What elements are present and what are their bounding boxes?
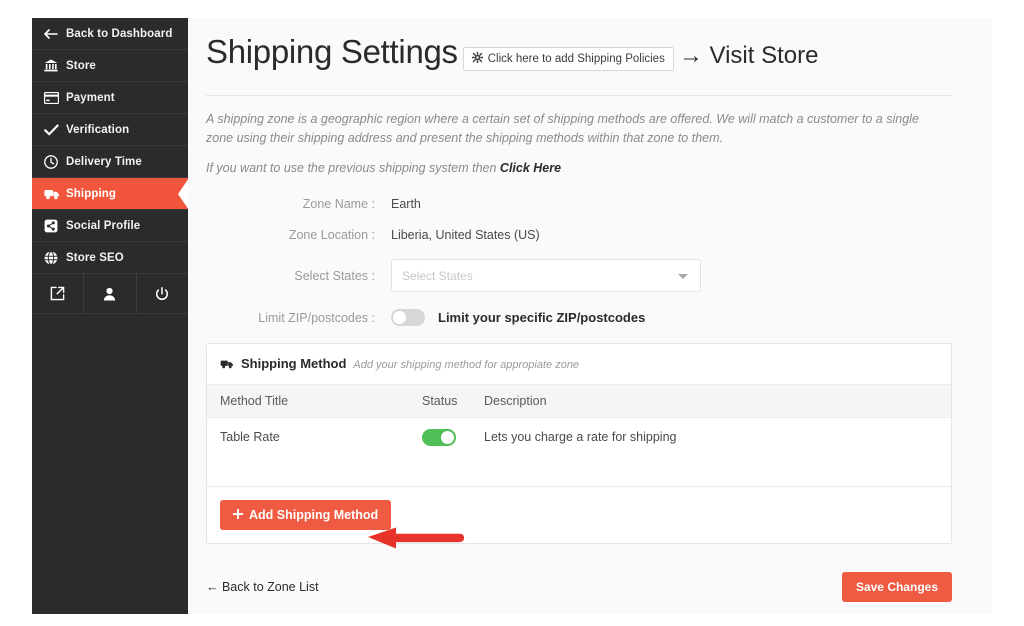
truck-icon — [220, 356, 234, 374]
method-title-cell: Table Rate — [220, 430, 280, 444]
sidebar-item-label: Store SEO — [66, 251, 124, 264]
sidebar-item-label: Payment — [66, 91, 115, 104]
shipping-method-subtitle: Add your shipping method for appropiate … — [353, 359, 580, 371]
page-header: Shipping Settings Click here to add Shipp… — [206, 18, 974, 81]
toggle-knob — [393, 311, 406, 324]
click-here-link[interactable]: Click Here — [500, 161, 561, 175]
add-shipping-method-button[interactable]: Add Shipping Method — [220, 500, 392, 530]
sidebar-item-store-seo[interactable]: Store SEO — [32, 242, 188, 274]
globe-icon — [44, 250, 66, 265]
method-description-cell: Lets you charge a rate for shipping — [484, 430, 677, 444]
sidebar-item-verification[interactable]: Verification — [32, 114, 188, 146]
method-status-cell — [422, 428, 484, 446]
select-states-placeholder: Select States — [402, 268, 473, 283]
back-to-zone-list-link[interactable]: ← Back to Zone List — [206, 580, 319, 594]
chevron-down-icon — [678, 273, 688, 279]
shipping-method-table-body: Table Rate Lets you charge a rate for sh… — [207, 418, 951, 487]
zone-name-row: Zone Name : Earth — [206, 197, 974, 211]
sidebar-item-back-to-dashboard[interactable]: Back to Dashboard — [32, 18, 188, 50]
zone-location-row: Zone Location : Liberia, United States (… — [206, 228, 974, 242]
sidebar-item-store[interactable]: Store — [32, 50, 188, 82]
column-header-description: Description — [484, 394, 547, 408]
shipping-method-table-header: Method Title Status Description — [207, 385, 951, 418]
toggle-knob — [441, 430, 454, 444]
sidebar-item-label: Shipping — [66, 187, 116, 200]
zone-name-label: Zone Name : — [302, 197, 375, 211]
external-link-icon[interactable] — [32, 274, 85, 313]
share-icon — [44, 219, 66, 233]
sidebar-item-label: Social Profile — [66, 219, 141, 232]
previous-system-prefix: If you want to use the previous shipping… — [206, 161, 500, 175]
zone-form: Zone Name : Earth Zone Location : Liberi… — [206, 197, 974, 326]
shipping-method-card-header: Shipping Method Add your shipping method… — [207, 344, 951, 385]
select-states-input[interactable]: Select States — [391, 259, 701, 292]
clock-icon — [44, 154, 66, 169]
truck-icon — [44, 188, 66, 200]
sidebar-item-label: Delivery Time — [66, 155, 142, 168]
bank-icon — [44, 59, 66, 72]
zone-location-value: Liberia, United States (US) — [391, 228, 540, 242]
sidebar-item-payment[interactable]: Payment — [32, 82, 188, 114]
table-row[interactable]: Table Rate Lets you charge a rate for sh… — [207, 418, 951, 456]
previous-system-note: If you want to use the previous shipping… — [206, 161, 974, 175]
sidebar-item-shipping[interactable]: Shipping — [32, 178, 189, 210]
add-shipping-policies-label: Click here to add Shipping Policies — [487, 52, 665, 65]
column-header-status: Status — [422, 394, 458, 408]
limit-zip-toggle[interactable] — [391, 309, 425, 326]
add-shipping-method-label: Add Shipping Method — [249, 508, 379, 522]
limit-zip-label: Limit ZIP/postcodes : — [258, 310, 375, 325]
user-icon[interactable] — [84, 274, 137, 313]
sidebar-bottom-actions — [32, 274, 188, 314]
sidebar-item-label: Store — [66, 59, 96, 72]
arrow-left-icon — [44, 28, 66, 40]
sidebar-item-delivery-time[interactable]: Delivery Time — [32, 146, 188, 178]
sidebar-item-social-profile[interactable]: Social Profile — [32, 210, 188, 242]
method-status-toggle[interactable] — [422, 428, 456, 446]
page-title: Shipping Settings — [206, 33, 458, 70]
power-icon[interactable] — [137, 274, 188, 313]
page-root: Back to Dashboard Store Payment Verifica… — [0, 0, 1024, 626]
zone-name-value: Earth — [391, 197, 421, 211]
header-divider — [206, 95, 952, 96]
shipping-method-card-footer: Add Shipping Method — [207, 487, 951, 543]
page-footer: ← Back to Zone List Save Changes — [206, 572, 952, 602]
sidebar-item-label: Back to Dashboard — [66, 27, 173, 40]
sidebar-item-label: Verification — [66, 123, 130, 136]
shipping-method-card: Shipping Method Add your shipping method… — [206, 343, 952, 544]
limit-zip-text: Limit your specific ZIP/postcodes — [438, 310, 646, 325]
credit-card-icon — [44, 91, 66, 104]
limit-zip-row: Limit ZIP/postcodes : Limit your specifi… — [206, 309, 974, 326]
visit-store-link[interactable]: → Visit Store — [679, 42, 819, 69]
sidebar: Back to Dashboard Store Payment Verifica… — [32, 18, 189, 614]
zone-location-label: Zone Location : — [288, 228, 375, 242]
select-states-label: Select States : — [294, 268, 375, 283]
check-icon — [44, 123, 66, 136]
column-header-method-title: Method Title — [220, 394, 289, 408]
main-content: Shipping Settings Click here to add Shipp… — [188, 18, 992, 614]
gear-icon — [471, 51, 484, 66]
zone-description: A shipping zone is a geographic region w… — [206, 112, 919, 145]
shipping-method-title: Shipping Method — [241, 356, 347, 371]
save-changes-button[interactable]: Save Changes — [841, 572, 952, 602]
select-states-row: Select States : Select States — [206, 259, 974, 292]
plus-icon — [232, 508, 244, 522]
add-shipping-policies-button[interactable]: Click here to add Shipping Policies — [462, 46, 674, 71]
